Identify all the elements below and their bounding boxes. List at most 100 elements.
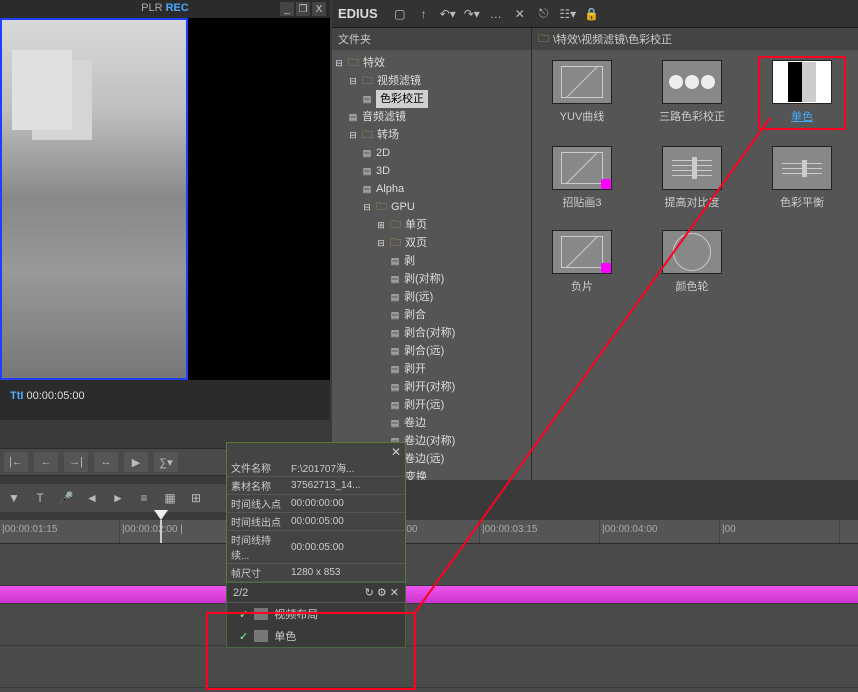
goto-start-button[interactable]: |←	[4, 452, 28, 472]
expand-icon[interactable]: ⊞	[376, 216, 386, 234]
tree-item[interactable]: 剥(远)	[404, 288, 433, 306]
list-tool[interactable]: ≡	[134, 488, 154, 508]
undo-button[interactable]: ↶▾	[438, 5, 458, 23]
effect-poster[interactable]: 招贴画3	[542, 146, 622, 210]
doc-icon: ▤	[390, 378, 400, 396]
next-tool[interactable]: ►	[108, 488, 128, 508]
preview-viewport[interactable]	[0, 18, 188, 380]
effect-three-way[interactable]: 三路色彩校正	[652, 60, 732, 126]
prev-tool[interactable]: ◄	[82, 488, 102, 508]
collapse-icon[interactable]: ⊟	[348, 72, 358, 90]
settings-icon[interactable]: ⚙	[377, 587, 387, 599]
effect-monochrome[interactable]: 单色	[762, 60, 842, 126]
collapse-icon[interactable]: ⊟	[362, 198, 372, 216]
tool-dropdown[interactable]: ▼	[4, 488, 24, 508]
refresh-icon[interactable]: ↻	[365, 587, 374, 599]
preview-timecode: TtI 00:00:05:00	[10, 390, 85, 402]
effect-color-wheel[interactable]: 颜色轮	[652, 230, 732, 294]
lock-icon[interactable]: 🔒	[582, 5, 602, 23]
tree-item-video[interactable]: 视频滤镜	[377, 72, 421, 90]
delete-button[interactable]: ✕	[510, 5, 530, 23]
tree-item-3d[interactable]: 3D	[376, 162, 390, 180]
collapse-icon[interactable]: ⊟	[348, 126, 358, 144]
effect-tree[interactable]: ⊟🗀特效 ⊟🗀视频滤镜 ▤色彩校正 ▤音频滤镜 ⊟🗀转场 ▤2D ▤3D ▤Al…	[332, 50, 531, 480]
doc-icon: ▤	[390, 342, 400, 360]
effect-contrast[interactable]: 提高对比度	[652, 146, 732, 210]
layer-row-video-layout[interactable]: ✓视频布局	[227, 603, 405, 625]
tree-item-trans[interactable]: 转场	[377, 126, 399, 144]
tree-item[interactable]: 卷边(对称)	[404, 432, 455, 450]
tracks-area[interactable]	[0, 544, 858, 692]
tree-item[interactable]: 变换	[405, 468, 427, 480]
close-button[interactable]: X	[312, 2, 326, 16]
info-val: F:\201707海...	[287, 459, 405, 477]
tree-item[interactable]: 剥开(对称)	[404, 378, 455, 396]
info-val: 00:00:05:00	[287, 513, 405, 531]
tree-item[interactable]: 卷边	[404, 414, 426, 432]
info-key: 时间线入点	[227, 495, 287, 513]
tree-item[interactable]: 剥开	[404, 360, 426, 378]
title-tool[interactable]: T	[30, 488, 50, 508]
minimize-button[interactable]: _	[280, 2, 294, 16]
voiceover-tool[interactable]: 🎤	[56, 488, 76, 508]
tree-item-gpu[interactable]: GPU	[391, 198, 415, 216]
more-button[interactable]: …	[486, 5, 506, 23]
info-val: 1280 x 853	[287, 564, 405, 582]
tree-item[interactable]: 剥合(远)	[404, 342, 444, 360]
step-back-button[interactable]: ←	[34, 452, 58, 472]
tree-item-2d[interactable]: 2D	[376, 144, 390, 162]
loop-button[interactable]: ↔	[94, 452, 118, 472]
tree-item[interactable]: 剥合(对称)	[404, 324, 455, 342]
folder-icon: 🗀	[348, 54, 359, 72]
track-clip[interactable]	[0, 586, 858, 604]
track-row[interactable]	[0, 544, 858, 586]
collapse-icon[interactable]: ⊟	[376, 234, 386, 252]
tree-item[interactable]: 卷边(远)	[404, 450, 444, 468]
checkbox-icon[interactable]: ✓	[239, 608, 248, 621]
layout-tool[interactable]: ⊞	[186, 488, 206, 508]
track-row[interactable]	[0, 646, 858, 688]
grid-tool[interactable]: ▦	[160, 488, 180, 508]
tree-item-audio[interactable]: 音频滤镜	[362, 108, 406, 126]
tree-item[interactable]: 剥开(远)	[404, 396, 444, 414]
playhead[interactable]	[160, 520, 162, 543]
new-button[interactable]: ▢	[390, 5, 410, 23]
doc-icon: ▤	[348, 108, 358, 126]
goto-end-button[interactable]: →|	[64, 452, 88, 472]
doc-icon: ▤	[390, 306, 400, 324]
escape-button[interactable]: ⎋	[534, 5, 554, 23]
mode-dropdown[interactable]: ∑▾	[154, 452, 178, 472]
effect-yuv-curve[interactable]: YUV曲线	[542, 60, 622, 126]
effect-negative[interactable]: 负片	[542, 230, 622, 294]
ruler-tick: |00	[720, 520, 840, 543]
breadcrumb[interactable]: 🗀\特效\视频滤镜\色彩校正	[532, 28, 858, 50]
tree-item-single[interactable]: 单页	[405, 216, 427, 234]
track-row[interactable]	[0, 604, 858, 646]
view-button[interactable]: ☷▾	[558, 5, 578, 23]
tree-item[interactable]: 剥合	[404, 306, 426, 324]
close-icon[interactable]: ✕	[390, 587, 399, 599]
tree-item[interactable]: 剥(对称)	[404, 270, 444, 288]
tree-item-double[interactable]: 双页	[405, 234, 427, 252]
info-key: 素材名称	[227, 477, 287, 495]
tree-item-color[interactable]: 色彩校正	[376, 90, 428, 108]
tree-item-alpha[interactable]: Alpha	[376, 180, 404, 198]
plr-label: PLR	[141, 2, 162, 14]
timeline-ruler[interactable]: |00:00:01:15 |00:00:02:00 | |00:00:02:15…	[0, 520, 858, 544]
doc-icon: ▤	[390, 396, 400, 414]
applied-effects-popup[interactable]: 2/2 ↻ ⚙ ✕ ✓视频布局 ✓单色	[226, 582, 406, 648]
tree-item-fx[interactable]: 特效	[363, 54, 385, 72]
restore-button[interactable]: ❐	[296, 2, 310, 16]
up-button[interactable]: ↑	[414, 5, 434, 23]
effect-balance[interactable]: 色彩平衡	[762, 146, 842, 210]
close-icon[interactable]: ✕	[391, 445, 401, 459]
effects-grid-column: 🗀\特效\视频滤镜\色彩校正 YUV曲线 三路色彩校正 单色 招贴画3 提高对比…	[532, 28, 858, 480]
collapse-icon[interactable]: ⊟	[334, 54, 344, 72]
info-val: 00:00:05:00	[287, 531, 405, 564]
checkbox-icon[interactable]: ✓	[239, 630, 248, 643]
redo-button[interactable]: ↷▾	[462, 5, 482, 23]
play-button[interactable]: ▶	[124, 452, 148, 472]
layer-row-monochrome[interactable]: ✓单色	[227, 625, 405, 647]
doc-icon: ▤	[390, 252, 400, 270]
tree-item[interactable]: 剥	[404, 252, 415, 270]
